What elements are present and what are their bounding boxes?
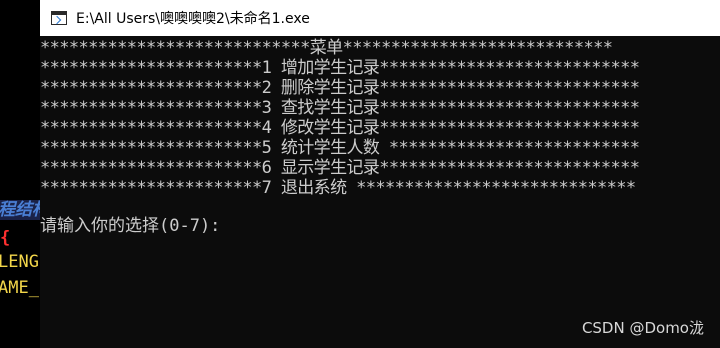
menu-item-exit: ***********************7 退出系统 **********… (40, 178, 636, 198)
editor-fragment: { (0, 228, 11, 248)
window-title: E:\All Users\噢噢噢噢2\未命名1.exe (76, 11, 310, 27)
console-output[interactable]: ****************************菜单**********… (40, 36, 720, 348)
editor-fragment: 程结构 (0, 200, 40, 220)
menu-item-search: ***********************3 查找学生记录*********… (40, 98, 640, 118)
menu-item-delete: ***********************2 删除学生记录*********… (40, 78, 640, 98)
menu-item-modify: ***********************4 修改学生记录*********… (40, 118, 640, 138)
editor-fragment: AME_ (0, 278, 39, 298)
input-prompt[interactable]: 请输入你的选择(0-7): (40, 216, 220, 236)
window-titlebar[interactable]: E:\All Users\噢噢噢噢2\未命名1.exe (40, 0, 720, 36)
menu-item-display: ***********************6 显示学生记录*********… (40, 158, 640, 178)
background-editor-strip: 程结构 { LENG AME_ (0, 0, 40, 348)
console-app-icon[interactable] (51, 11, 67, 25)
menu-header: ****************************菜单**********… (40, 38, 613, 58)
menu-item-add: ***********************1 增加学生记录*********… (40, 58, 640, 78)
csdn-watermark: CSDN @Domo泷 (581, 319, 704, 337)
editor-fragment: LENG (0, 252, 39, 272)
menu-item-count: ***********************5 统计学生人数 ********… (40, 138, 640, 158)
